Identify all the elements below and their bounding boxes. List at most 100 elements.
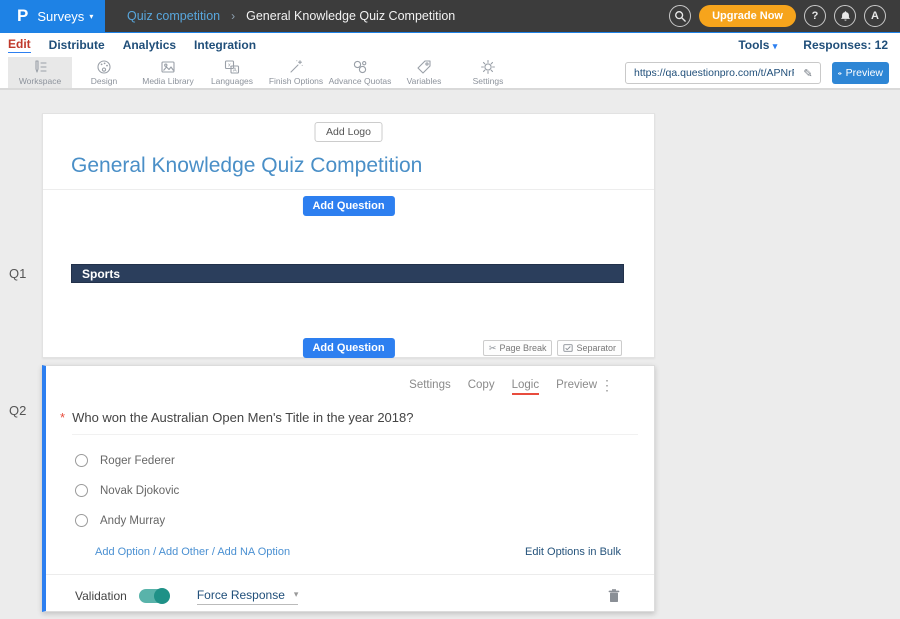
upgrade-now-button[interactable]: Upgrade Now <box>699 5 796 27</box>
toolbar-item-label: Media Library <box>142 76 194 86</box>
force-response-dropdown[interactable]: Force Response ▾ <box>197 588 299 605</box>
add-option-links: Add Option / Add Other / Add NA Option <box>95 546 290 558</box>
toolbar-item-media-library[interactable]: Media Library <box>136 57 200 88</box>
palette-icon <box>96 59 112 75</box>
avatar-letter: A <box>871 10 879 22</box>
account-avatar[interactable]: A <box>864 5 886 27</box>
validation-label: Validation <box>75 589 127 603</box>
toolbar-item-advance-quotas[interactable]: Advance Quotas <box>328 57 392 88</box>
question-text-row: * Who won the Australian Open Men's Titl… <box>60 410 638 435</box>
gear-icon <box>480 59 496 75</box>
question-action-menu: Settings Copy Logic Preview <box>409 379 597 395</box>
caret-down-icon: ▾ <box>773 41 778 51</box>
add-option-link[interactable]: Add Option <box>95 546 150 558</box>
delete-question-button[interactable] <box>608 589 620 603</box>
survey-nav: Edit Distribute Analytics Integration To… <box>0 33 900 57</box>
add-other-link[interactable]: Add Other <box>159 546 209 558</box>
caret-down-icon: ▾ <box>89 12 93 21</box>
bell-icon <box>840 10 851 22</box>
breadcrumb: Quiz competition › General Knowledge Qui… <box>127 9 455 23</box>
toolbar-item-label: Languages <box>211 76 253 86</box>
chain-links-icon <box>352 59 368 75</box>
trash-icon <box>608 589 620 603</box>
option-label[interactable]: Roger Federer <box>100 455 175 467</box>
slash-separator: / <box>153 546 156 558</box>
svg-text:A: A <box>233 68 237 74</box>
workspace-icon <box>32 59 48 75</box>
survey-header-card: Add Logo General Knowledge Quiz Competit… <box>42 113 655 358</box>
force-response-value: Force Response <box>197 588 285 602</box>
validation-toggle[interactable] <box>139 589 169 603</box>
translate-icon: xA <box>224 59 240 75</box>
tab-analytics[interactable]: Analytics <box>123 38 176 53</box>
magic-wand-icon <box>288 59 304 75</box>
help-button[interactable]: ? <box>804 5 826 27</box>
edit-url-pencil-icon[interactable]: ✎ <box>796 67 820 80</box>
radio-button[interactable] <box>75 514 88 527</box>
toolbar-item-label: Settings <box>473 76 504 86</box>
radio-button[interactable] <box>75 484 88 497</box>
question-settings-link[interactable]: Settings <box>409 379 451 395</box>
breadcrumb-folder[interactable]: Quiz competition <box>127 9 220 23</box>
breadcrumb-survey-title: General Knowledge Quiz Competition <box>246 9 455 23</box>
toolbar-item-design[interactable]: Design <box>72 57 136 88</box>
top-bar: P Surveys ▾ Quiz competition › General K… <box>0 0 900 33</box>
option-label[interactable]: Novak Djokovic <box>100 485 179 497</box>
product-name: Surveys <box>37 9 84 24</box>
answer-option-row: Roger Federer <box>75 454 175 467</box>
option-links-row: Add Option / Add Other / Add NA Option E… <box>95 546 621 558</box>
survey-url-box: ✎ <box>625 62 821 84</box>
toolbar-item-variables[interactable]: Variables <box>392 57 456 88</box>
tools-label: Tools <box>738 38 769 52</box>
toolbar-item-label: Workspace <box>19 76 61 86</box>
page-break-button[interactable]: ✂ Page Break <box>483 340 553 356</box>
survey-title[interactable]: General Knowledge Quiz Competition <box>71 154 422 178</box>
tab-edit[interactable]: Edit <box>8 37 31 53</box>
tab-distribute[interactable]: Distribute <box>49 38 105 53</box>
svg-text:x: x <box>228 63 231 69</box>
brand-menu[interactable]: P Surveys ▾ <box>0 0 105 32</box>
survey-url-input[interactable] <box>626 66 796 80</box>
kebab-menu-icon[interactable]: ⋮ <box>600 377 614 394</box>
toolbar-item-label: Variables <box>407 76 442 86</box>
q2-question-card: Settings Copy Logic Preview ⋮ * Who won … <box>42 365 655 612</box>
toolbar-item-label: Advance Quotas <box>329 76 392 86</box>
add-na-option-link[interactable]: Add NA Option <box>217 546 290 558</box>
breadcrumb-separator-icon: › <box>231 9 235 23</box>
question-number-q2: Q2 <box>9 403 26 418</box>
toolbar-item-settings[interactable]: Settings <box>456 57 520 88</box>
question-mark-icon: ? <box>812 10 819 22</box>
divider <box>46 574 654 575</box>
separator-button[interactable]: Separator <box>557 340 622 356</box>
separator-label: Separator <box>576 343 616 353</box>
toolbar-item-workspace[interactable]: Workspace <box>8 57 72 88</box>
toolbar-item-languages[interactable]: xA Languages <box>200 57 264 88</box>
add-question-button-top[interactable]: Add Question <box>302 196 394 216</box>
question-text[interactable]: Who won the Australian Open Men's Title … <box>72 410 638 435</box>
radio-button[interactable] <box>75 454 88 467</box>
validation-row: Validation Force Response ▾ <box>75 586 620 606</box>
insert-controls: ✂ Page Break Separator <box>483 340 622 356</box>
option-label[interactable]: Andy Murray <box>100 515 165 527</box>
preview-button[interactable]: Preview <box>832 62 889 84</box>
tag-icon <box>416 59 432 75</box>
nav-right: Tools ▾ Responses: 12 <box>738 38 900 52</box>
question-logic-link[interactable]: Logic <box>512 379 540 395</box>
tab-integration[interactable]: Integration <box>194 38 256 53</box>
add-question-button-bottom[interactable]: Add Question <box>302 338 394 358</box>
toolbar-item-finish-options[interactable]: Finish Options <box>264 57 328 88</box>
toolbar-item-label: Design <box>91 76 117 86</box>
notifications-button[interactable] <box>834 5 856 27</box>
tools-menu[interactable]: Tools ▾ <box>738 38 777 52</box>
app-frame: P Surveys ▾ Quiz competition › General K… <box>0 0 900 619</box>
q1-section-header[interactable]: Sports <box>71 264 624 283</box>
edit-options-in-bulk-link[interactable]: Edit Options in Bulk <box>525 546 621 558</box>
responses-count[interactable]: Responses: 12 <box>803 38 888 52</box>
add-logo-button[interactable]: Add Logo <box>314 122 383 142</box>
question-preview-link[interactable]: Preview <box>556 379 597 395</box>
page-break-label: Page Break <box>499 343 546 353</box>
search-button[interactable] <box>669 5 691 27</box>
toolbar-item-label: Finish Options <box>269 76 323 86</box>
question-copy-link[interactable]: Copy <box>468 379 495 395</box>
preview-label: Preview <box>846 67 883 79</box>
